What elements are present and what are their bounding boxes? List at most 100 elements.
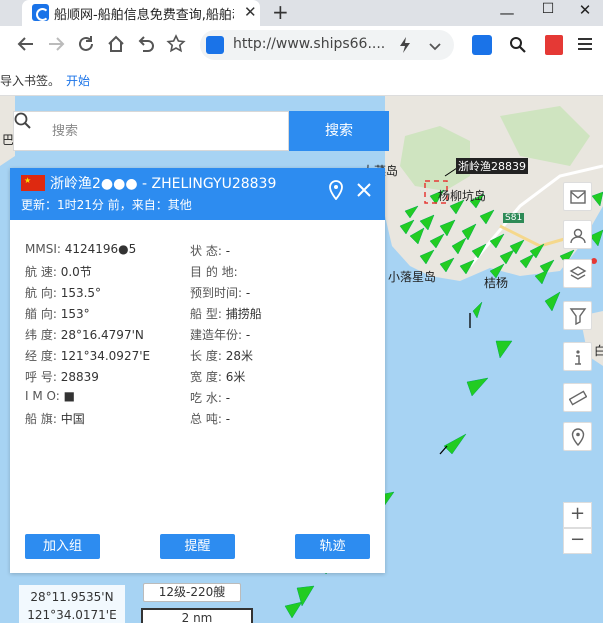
info-row: 目 的 地:	[190, 263, 238, 280]
pdf-extension-icon[interactable]	[545, 35, 563, 55]
browser-toolbar: http://www.ships66....	[0, 26, 603, 64]
info-label: 呼 号:	[25, 370, 57, 384]
info-row: 总 吨: -	[190, 410, 230, 427]
wind-level-badge[interactable]: 12级-220艘	[143, 583, 241, 602]
info-value: 中国	[60, 412, 85, 426]
map-view[interactable]: 浙岭渔28839 大菜岛 小落星岛 杨柳坑岛 桔杨 S81 巴 白 搜索 ★ 浙…	[0, 96, 603, 623]
close-icon[interactable]	[356, 180, 376, 204]
ship-name-tag[interactable]: 浙岭渔28839	[456, 158, 528, 174]
address-bar[interactable]: http://www.ships66....	[200, 30, 454, 60]
info-value: 捕捞船	[225, 307, 262, 321]
info-row: 建造年份: -	[190, 326, 250, 343]
search-icon	[14, 112, 31, 129]
info-button[interactable]	[563, 342, 592, 371]
info-value: ■	[63, 389, 75, 403]
place-label: 杨柳坑岛	[438, 189, 487, 203]
search-icon[interactable]	[509, 36, 527, 58]
ship-heading-line	[439, 445, 448, 455]
info-row: 经 度: 121°34.0927'E	[25, 347, 150, 364]
user-button[interactable]	[563, 220, 592, 249]
info-row: 纬 度: 28°16.4797'N	[25, 326, 144, 343]
ruler-button[interactable]	[563, 383, 592, 412]
info-value: -	[225, 244, 231, 258]
info-row: 航 速: 0.0节	[25, 263, 92, 280]
info-label: 长 度:	[190, 349, 222, 363]
chevron-down-icon[interactable]	[428, 38, 442, 57]
ship-panel-header: ★ 浙岭渔2●●● - ZHELINGYU28839 更新：1时21分 前，来自…	[10, 168, 385, 220]
paw-extension-icon[interactable]	[472, 35, 492, 55]
info-label: 船 旗:	[25, 412, 57, 426]
info-value: 0.0节	[60, 265, 92, 279]
location-pin-icon	[571, 428, 585, 446]
ship-update-time: 更新：1时21分 前，来自：其他	[21, 198, 192, 212]
info-row: I M O: ■	[25, 389, 75, 403]
bookmark-start-link[interactable]: 开始	[66, 72, 90, 89]
info-label: 宽 度:	[190, 370, 222, 384]
info-row: 呼 号: 28839	[25, 368, 99, 385]
info-value: 153°	[60, 307, 90, 321]
filter-button[interactable]	[563, 301, 592, 330]
info-row: MMSI: 4124196●5	[25, 242, 136, 256]
cursor-coordinates: 28°11.9535'N 121°34.0171'E	[19, 585, 125, 623]
user-icon	[570, 228, 586, 244]
location-pin-icon[interactable]	[328, 180, 348, 204]
ship-name: 浙岭渔2●●● - ZHELINGYU28839	[50, 176, 277, 192]
add-group-button[interactable]: 加入组	[25, 534, 100, 559]
info-label: 建造年份:	[190, 328, 243, 342]
info-label: 纬 度:	[25, 328, 57, 342]
info-label: 总 吨:	[190, 412, 222, 426]
reload-icon[interactable]	[75, 34, 97, 56]
site-favicon-icon	[32, 4, 49, 21]
maximize-button[interactable]: ☐	[528, 2, 568, 28]
message-button[interactable]	[563, 182, 592, 211]
bookmark-bar: 导入书签。 开始	[0, 64, 603, 96]
info-value: 4124196●5	[64, 242, 137, 256]
search-input[interactable]	[52, 118, 282, 144]
info-value: 153.5°	[60, 286, 102, 300]
info-label: 预到时间:	[190, 286, 243, 300]
search-box	[13, 111, 289, 151]
road-shield: S81	[503, 213, 525, 223]
info-row: 航 向: 153.5°	[25, 284, 101, 301]
info-row: 吃 水: -	[190, 389, 230, 406]
info-label: 状 态:	[190, 244, 222, 258]
place-label: 白	[594, 344, 603, 358]
remind-button[interactable]: 提醒	[160, 534, 235, 559]
track-button[interactable]: 轨迹	[295, 534, 370, 559]
tab-active[interactable]: 船顺网-船舶信息免费查询,船舶动 ✕	[22, 0, 260, 26]
new-tab-button[interactable]: +	[272, 0, 289, 24]
site-security-icon	[206, 36, 224, 54]
info-label: I M O:	[25, 389, 60, 403]
place-label: 小落星岛	[388, 270, 437, 284]
layers-button[interactable]	[563, 259, 592, 288]
info-label: 吃 水:	[190, 391, 222, 405]
undo-icon[interactable]	[135, 34, 157, 56]
info-value: -	[225, 391, 231, 405]
info-label: 经 度:	[25, 349, 57, 363]
lightning-icon[interactable]	[397, 36, 413, 58]
place-label: 桔杨	[484, 276, 509, 290]
info-icon	[575, 350, 581, 365]
home-icon[interactable]	[105, 34, 127, 56]
info-value: 28°16.4797'N	[60, 328, 144, 342]
scale-bar: 2 nm	[141, 608, 253, 623]
info-label: 艏 向:	[25, 307, 57, 321]
zoom-out-button[interactable]: −	[563, 528, 592, 554]
info-value: -	[225, 412, 231, 426]
info-value: 28米	[225, 349, 253, 363]
info-row: 船 旗: 中国	[25, 410, 85, 427]
search-button[interactable]: 搜索	[289, 111, 389, 151]
star-icon[interactable]	[165, 34, 187, 56]
message-icon	[570, 190, 586, 204]
info-value: 28839	[60, 370, 99, 384]
info-row: 船 型: 捕捞船	[190, 305, 262, 322]
bookmark-hint: 导入书签。	[0, 74, 61, 88]
location-button[interactable]	[563, 422, 592, 451]
back-icon[interactable]	[15, 34, 37, 56]
filter-icon	[569, 308, 587, 325]
forward-icon[interactable]	[45, 34, 67, 56]
menu-icon[interactable]	[576, 35, 594, 57]
tab-close-icon[interactable]: ✕	[244, 3, 257, 21]
zoom-in-button[interactable]: +	[563, 502, 592, 528]
info-row: 预到时间: -	[190, 284, 250, 301]
